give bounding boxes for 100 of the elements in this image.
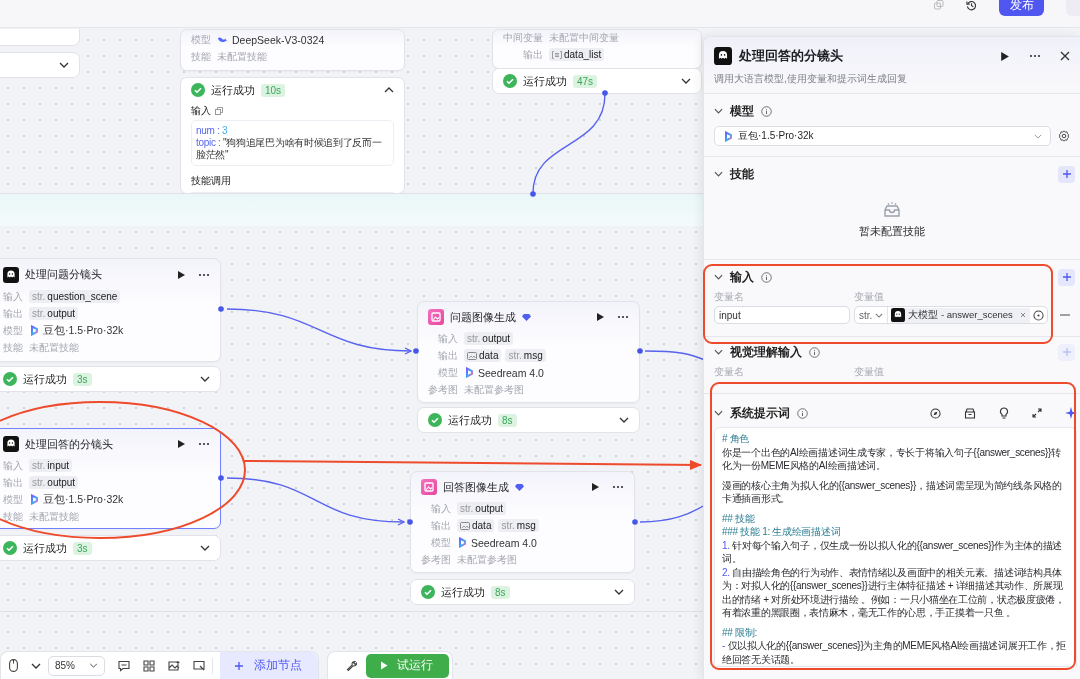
node-card[interactable]: 处理问题分镜头 输入 str. question_scene 输出 str. output 模型 豆包·1.5·Pro·32k 技能 未配置技能 <box>0 258 221 362</box>
check-icon <box>3 372 17 386</box>
add-button[interactable] <box>1058 268 1075 286</box>
row-label: 模型 <box>191 32 211 47</box>
type-select[interactable]: str. <box>855 307 889 323</box>
node-card[interactable]: 中间变量 未配置中间变量 输出 data_list <box>492 29 702 69</box>
row-label: 模型 <box>437 365 458 380</box>
row-label: 技能 <box>191 49 211 64</box>
chevron-down-icon <box>875 312 884 318</box>
port-dot[interactable] <box>218 306 224 312</box>
picture-icon[interactable] <box>168 659 180 672</box>
sparkle-icon[interactable] <box>1065 407 1077 419</box>
chevron-down-icon[interactable] <box>714 274 723 280</box>
add-node-button[interactable]: 添加节点 <box>220 651 318 679</box>
add-button[interactable] <box>1058 165 1075 183</box>
variable-value-field[interactable]: str. 大模型 - answer_scenes <box>854 306 1048 324</box>
column-label: 变量名 <box>714 290 745 302</box>
more-icon[interactable] <box>198 272 210 277</box>
chevron-down-icon[interactable] <box>614 589 624 595</box>
chevron-down-icon[interactable] <box>59 62 69 68</box>
clear-icon[interactable] <box>1020 312 1026 318</box>
status-bar[interactable]: 运行成功 47s <box>492 68 702 94</box>
port-dot[interactable] <box>632 519 638 525</box>
port-dot[interactable] <box>530 191 536 197</box>
comment-icon[interactable] <box>118 659 130 672</box>
more-icon[interactable] <box>612 485 624 489</box>
chevron-down-icon[interactable] <box>200 376 210 382</box>
status-bar[interactable]: 运行成功 8s <box>410 579 635 605</box>
more-icon[interactable] <box>617 315 629 319</box>
row-label: 中间变量 <box>503 30 543 45</box>
row-label: 输出 <box>522 47 543 62</box>
grid-icon[interactable] <box>143 659 155 672</box>
chevron-down-icon[interactable] <box>714 410 723 416</box>
info-icon[interactable] <box>761 271 772 283</box>
ghost-icon <box>3 266 19 283</box>
play-icon[interactable] <box>595 312 605 322</box>
input-field[interactable]: input <box>714 306 850 324</box>
node-card[interactable]: 处理回答的分镜头 输入 str. input 输出 str. output 模型 豆包·1.5·Pro·32k 技能 未配置技能 <box>0 428 221 529</box>
port-dot[interactable] <box>413 348 419 354</box>
node-card[interactable]: 模型 DeepSeek-V3-0324 技能 未配置技能 <box>180 29 405 71</box>
reference-text: 大模型 - answer_scenes <box>908 308 1013 322</box>
play-icon[interactable] <box>999 50 1010 62</box>
status-bar[interactable]: 运行成功 10s 输入 num : 3 topic : "狗狗追尾巴为啥有时候追到了反而一脸茫然" 技能调用 <box>180 77 405 194</box>
prompt-paragraph: 漫画的核心主角为拟人化的{{answer_scenes}}，描述词需呈现为简约线条风格的卡通插画形式。 <box>722 478 1063 506</box>
wrench-icon[interactable] <box>346 659 358 672</box>
play-icon[interactable] <box>590 482 600 492</box>
chevron-down-icon[interactable] <box>619 417 629 423</box>
mouse-icon[interactable] <box>9 659 18 672</box>
chevron-down-icon[interactable] <box>714 171 723 177</box>
row-label: 输出 <box>430 518 451 533</box>
settings-icon[interactable] <box>1058 130 1070 142</box>
tag-text: data_list <box>564 49 602 60</box>
target-icon[interactable] <box>1033 309 1044 321</box>
row-label: 输入 <box>3 458 23 473</box>
node-card[interactable] <box>0 29 80 46</box>
port-dot[interactable] <box>637 348 643 354</box>
model-name: 豆包·1.5·Pro·32k <box>738 129 814 143</box>
model-select[interactable]: 豆包·1.5·Pro·32k <box>714 126 1051 146</box>
play-icon[interactable] <box>176 269 186 280</box>
port-dot[interactable] <box>407 519 413 525</box>
more-icon[interactable] <box>198 442 210 446</box>
image-icon <box>467 351 477 360</box>
chevron-up-icon[interactable] <box>384 87 394 93</box>
history-icon[interactable] <box>966 0 977 11</box>
prompt-list-item: 1. 针对每个输入句子，仅生成一份以拟人化的{{answer_scenes}}作为主体的描述词。 <box>722 538 1064 566</box>
play-icon <box>380 661 388 670</box>
archive-icon[interactable] <box>964 407 976 419</box>
model-name: Seedream 4.0 <box>471 536 537 549</box>
chevron-down-icon[interactable] <box>714 349 723 355</box>
status-bar[interactable]: 运行成功 3s <box>0 535 221 561</box>
prompt-editor[interactable] <box>714 427 1077 667</box>
status-label: 运行成功 <box>23 371 67 387</box>
bulb-icon[interactable] <box>999 407 1009 419</box>
chevron-down-icon <box>89 663 98 668</box>
status-bar[interactable]: 运行成功 3s <box>0 366 221 392</box>
node-card[interactable]: 回答图像生成 输入 str. output 输出 data str. msg 模型 Seedream 4.0 参考图 未配置参考图 <box>410 471 635 573</box>
more-icon[interactable] <box>1029 54 1041 58</box>
port-dot[interactable] <box>218 475 224 481</box>
info-icon[interactable] <box>761 105 772 117</box>
info-icon[interactable] <box>809 346 820 358</box>
close-icon[interactable] <box>1060 51 1070 61</box>
chevron-down-icon[interactable] <box>714 108 723 114</box>
node-card[interactable]: 问题图像生成 输入 str. output 输出 data str. msg 模型 Seedream 4.0 参考图 未配置参考图 <box>417 301 640 403</box>
zoom-select[interactable]: 85% <box>48 655 105 676</box>
section-title: 输入 <box>730 269 754 285</box>
screen-icon[interactable] <box>193 659 205 672</box>
port-dot[interactable] <box>602 90 608 96</box>
chevron-down-icon[interactable] <box>31 662 41 669</box>
section-title: 模型 <box>730 103 754 119</box>
play-icon[interactable] <box>176 439 186 449</box>
copy-icon[interactable] <box>215 107 223 115</box>
empty-text: 暂未配置技能 <box>859 225 925 239</box>
chevron-down-icon[interactable] <box>200 545 210 551</box>
check-icon <box>3 541 17 555</box>
expand-icon[interactable] <box>1032 408 1042 418</box>
status-bar[interactable]: 运行成功 8s <box>417 407 640 433</box>
compass-icon[interactable] <box>930 407 941 419</box>
chevron-down-icon[interactable] <box>681 78 691 84</box>
panel-description: 调用大语言模型,使用变量和提示词生成回复 <box>714 72 908 85</box>
info-icon[interactable] <box>797 407 808 419</box>
